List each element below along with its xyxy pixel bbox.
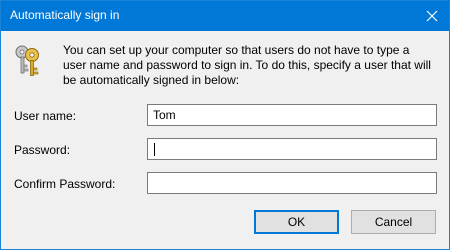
dialog-title: Automatically sign in bbox=[10, 8, 120, 22]
ok-button[interactable]: OK bbox=[254, 210, 339, 234]
confirm-password-label: Confirm Password: bbox=[14, 177, 116, 191]
close-button[interactable] bbox=[415, 1, 449, 31]
password-label: Password: bbox=[14, 143, 71, 157]
close-icon bbox=[426, 10, 438, 22]
keys-icon bbox=[15, 45, 39, 76]
title-bar[interactable]: Automatically sign in bbox=[1, 1, 449, 31]
intro-text: You can set up your computer so that use… bbox=[63, 43, 431, 87]
password-field[interactable] bbox=[147, 138, 437, 160]
username-label: User name: bbox=[14, 109, 77, 123]
text-caret bbox=[154, 143, 155, 156]
confirm-password-field[interactable] bbox=[147, 172, 437, 194]
auto-signin-dialog: Automatically sign in You can set up you… bbox=[0, 0, 450, 250]
cancel-button[interactable]: Cancel bbox=[351, 210, 436, 234]
username-field[interactable] bbox=[147, 104, 437, 126]
